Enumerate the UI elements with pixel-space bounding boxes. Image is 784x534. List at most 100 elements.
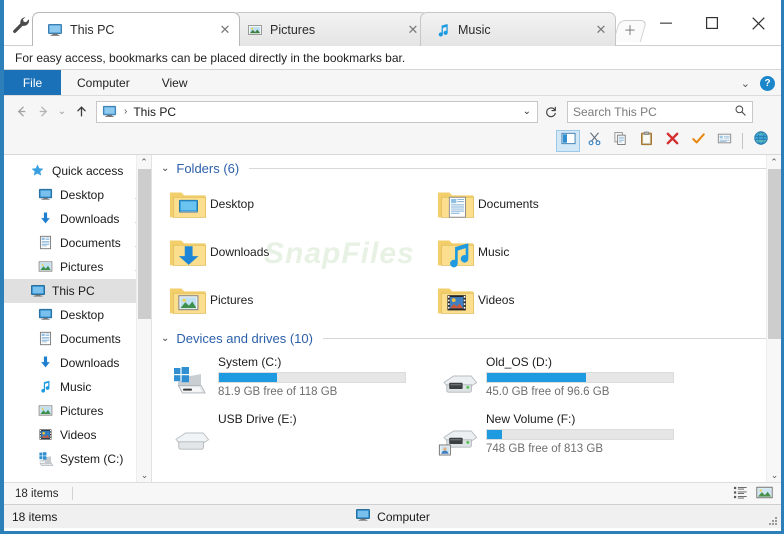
folder-tile[interactable]: Music [434, 229, 702, 275]
group-header[interactable]: ⌄ Devices and drives (10) [152, 325, 781, 351]
forward-button[interactable] [32, 101, 54, 123]
minimize-button[interactable] [643, 3, 689, 43]
cut-button[interactable] [582, 130, 606, 152]
chevron-down-icon[interactable]: ⌄ [161, 333, 169, 344]
ribbon-tab-label: Computer [77, 75, 130, 90]
tab-this-pc[interactable]: This PC ✕ [32, 12, 240, 46]
scissors-icon [587, 131, 602, 151]
folder-tile[interactable]: Desktop [166, 181, 434, 227]
resize-grip[interactable] [767, 515, 778, 526]
sidebar-item-desktop[interactable]: Desktop [4, 183, 151, 207]
ribbon-tab-computer[interactable]: Computer [61, 70, 146, 95]
ribbon-tab-view[interactable]: View [146, 70, 204, 95]
chevron-down-icon[interactable]: ⌄ [741, 77, 750, 90]
back-button[interactable] [10, 101, 32, 123]
scroll-up-arrow-icon[interactable]: ⌃ [767, 155, 781, 169]
sidebar-item-downloads[interactable]: Downloads [4, 351, 151, 375]
folder-tile[interactable]: Pictures [166, 277, 434, 323]
ribbon-file-menu[interactable]: File [4, 70, 61, 95]
folder-label: Downloads [210, 245, 270, 259]
this-pc-monitor-icon [102, 104, 117, 119]
rename-button[interactable] [712, 130, 736, 152]
search-magnifier-icon[interactable] [734, 104, 747, 120]
chevron-down-icon: ⌄ [57, 106, 67, 117]
sidebar-item-desktop[interactable]: Desktop [4, 303, 151, 327]
sidebar-item-pictures[interactable]: Pictures [4, 399, 151, 423]
explorer-item-count: 18 items [15, 487, 59, 500]
sidebar-item-pictures[interactable]: Pictures [4, 255, 151, 279]
pictures-icon [38, 259, 54, 275]
scrollbar-thumb[interactable] [138, 169, 151, 319]
sidebar-item-label: Documents [60, 236, 121, 250]
drive-tile[interactable]: Old_OS (D:) 45.0 GB free of 96.6 GB [434, 351, 702, 407]
sidebar-item-documents[interactable]: Documents [4, 231, 151, 255]
content-scrollbar[interactable]: ⌃ ⌄ [766, 155, 781, 482]
preview-pane-button[interactable] [556, 129, 580, 152]
sidebar-item-this-pc[interactable]: This PC [4, 279, 151, 303]
scroll-down-arrow-icon[interactable]: ⌄ [767, 468, 781, 482]
hard-drive-icon [434, 351, 486, 399]
videos-icon [38, 427, 54, 443]
group-divider [322, 337, 767, 339]
clipboard-icon [639, 131, 654, 151]
large-icons-view-icon[interactable] [756, 485, 773, 503]
scroll-up-arrow-icon[interactable]: ⌃ [137, 155, 151, 169]
sidebar-item-system-c[interactable]: System (C:) [4, 447, 151, 471]
scrollbar-thumb[interactable] [768, 169, 781, 339]
help-icon[interactable]: ? [760, 75, 775, 91]
address-input[interactable]: › This PC ⌄ [96, 100, 538, 123]
documents-icon [38, 235, 54, 251]
group-items: System (C:) 81.9 GB free of 118 GB Old_OS … [152, 351, 781, 465]
sidebar-item-videos[interactable]: Videos [4, 423, 151, 447]
folder-tile[interactable]: Documents [434, 181, 702, 227]
up-button[interactable] [70, 101, 92, 123]
this-pc-monitor-icon [47, 22, 63, 38]
group-title: Devices and drives (10) [176, 330, 313, 346]
sidebar-item-downloads[interactable]: Downloads [4, 207, 151, 231]
navigation-scrollbar[interactable]: ⌃ ⌄ [136, 155, 151, 482]
sidebar-item-music[interactable]: Music [4, 375, 151, 399]
breadcrumb-path[interactable]: This PC [133, 105, 176, 119]
paste-button[interactable] [634, 130, 658, 152]
tab-close-icon[interactable]: ✕ [593, 22, 609, 38]
drive-tile[interactable]: System (C:) 81.9 GB free of 118 GB [166, 351, 434, 407]
folder-tile[interactable]: Videos [434, 277, 702, 323]
wrench-icon[interactable] [10, 14, 32, 36]
folder-label: Desktop [210, 197, 255, 211]
maximize-button[interactable] [689, 3, 735, 43]
confirm-button[interactable] [686, 130, 710, 152]
ribbon-right-controls: ⌄ ? [741, 70, 775, 96]
file-explorer-window: This PC ✕ Pictures ✕ Music ✕ ＋ For easy … [0, 0, 784, 534]
tab-close-icon[interactable]: ✕ [217, 22, 233, 38]
sidebar-item-quick-access[interactable]: Quick access [4, 159, 151, 183]
tab-music[interactable]: Music ✕ [420, 12, 616, 46]
tab-close-icon[interactable]: ✕ [405, 22, 421, 38]
folder-music-icon [434, 236, 478, 269]
command-toolbar [4, 127, 781, 155]
drive-tile[interactable]: USB Drive (E:) [166, 408, 434, 464]
refresh-button[interactable] [540, 101, 562, 123]
globe-button[interactable] [749, 130, 773, 152]
scroll-down-arrow-icon[interactable]: ⌄ [137, 468, 151, 482]
sidebar-item-documents[interactable]: Documents [4, 327, 151, 351]
tab-pictures[interactable]: Pictures ✕ [232, 12, 428, 46]
new-tab-button[interactable]: ＋ [612, 20, 648, 42]
explorer-body: Quick access Desktop Downloads Documents Pic… [4, 155, 781, 482]
group-header[interactable]: ⌄ Folders (6) [152, 155, 781, 181]
recent-locations-button[interactable]: ⌄ [54, 101, 70, 123]
sidebar-item-label: This PC [52, 284, 95, 298]
status-location-label: Computer [377, 509, 430, 524]
chevron-down-icon[interactable]: ⌄ [523, 106, 535, 117]
search-input[interactable]: Search This PC [567, 100, 753, 123]
drive-label: System (C:) [218, 355, 282, 369]
copy-button[interactable] [608, 130, 632, 152]
drive-free-space: 81.9 GB free of 118 GB [218, 386, 338, 398]
drive-tile[interactable]: New Volume (F:) 748 GB free of 813 GB [434, 408, 702, 464]
chevron-down-icon[interactable]: ⌄ [161, 163, 169, 174]
close-button[interactable] [735, 3, 781, 43]
delete-button[interactable] [660, 130, 684, 152]
folder-tile[interactable]: Downloads [166, 229, 434, 275]
details-view-icon[interactable] [733, 485, 748, 503]
sidebar-item-label: Music [60, 380, 92, 394]
drive-usage-bar [218, 372, 406, 383]
